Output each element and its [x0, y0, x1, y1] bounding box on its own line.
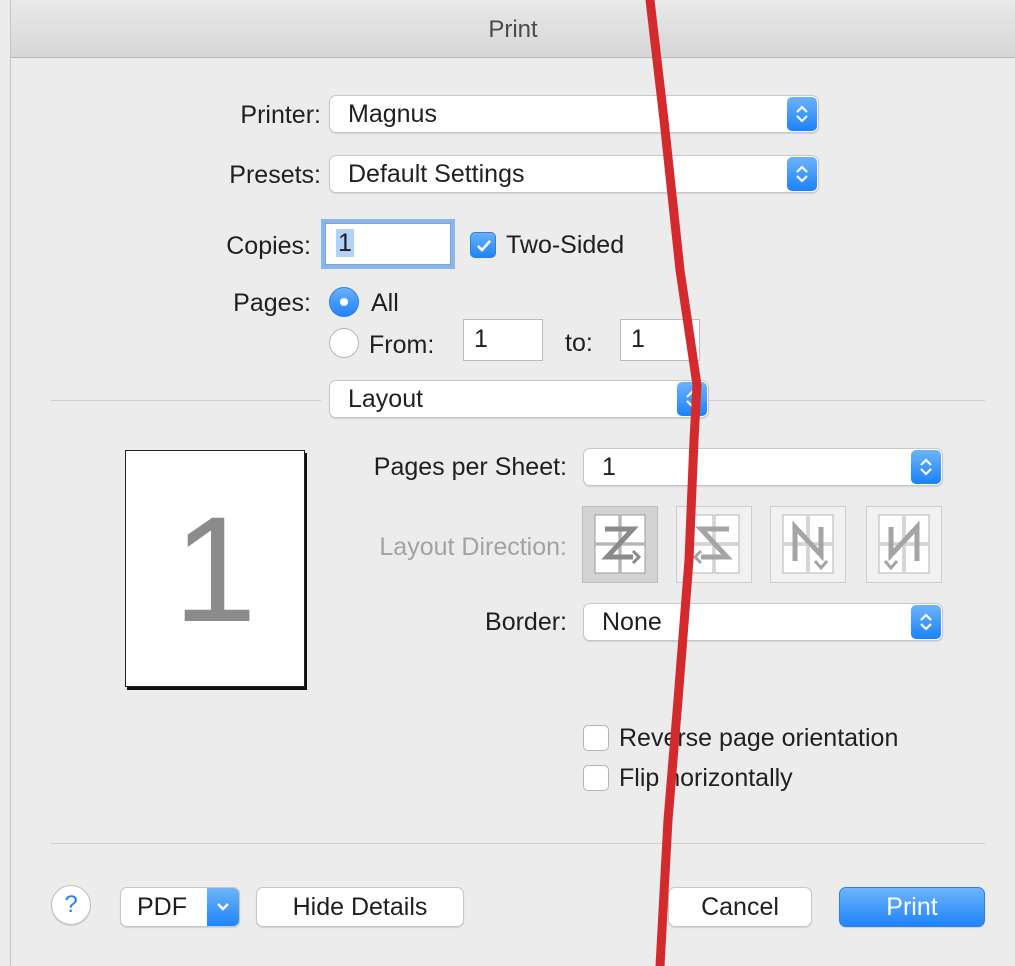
pages-per-sheet-value: 1 [602, 453, 616, 481]
layout-direction-label: Layout Direction: [379, 533, 567, 561]
help-button[interactable]: ? [51, 885, 91, 925]
printer-label: Printer: [240, 101, 321, 129]
up-down-chevrons-icon [911, 605, 941, 639]
pages-to-field[interactable]: 1 [620, 319, 700, 361]
hide-details-button[interactable]: Hide Details [256, 887, 464, 927]
presets-label: Presets: [229, 161, 321, 189]
page-preview: 1 [125, 450, 305, 687]
up-down-chevrons-icon [787, 157, 817, 191]
flip-horizontally-checkbox[interactable] [583, 765, 609, 791]
separator [709, 400, 985, 401]
border-label: Border: [485, 608, 567, 636]
pages-from-radio[interactable] [329, 328, 359, 358]
preview-page-number: 1 [173, 485, 257, 653]
chevron-down-icon[interactable] [207, 888, 239, 926]
pdf-button[interactable]: PDF [120, 887, 240, 927]
up-down-chevrons-icon [677, 382, 707, 416]
copies-field[interactable]: 1 [325, 223, 451, 265]
pages-all-label: All [371, 289, 399, 317]
pages-per-sheet-popup[interactable]: 1 [583, 448, 943, 486]
reverse-orientation-checkbox[interactable] [583, 725, 609, 751]
up-down-chevrons-icon [787, 97, 817, 131]
printer-value: Magnus [348, 100, 437, 128]
layout-direction-reverse-z-button[interactable] [676, 506, 752, 583]
pages-from-field[interactable]: 1 [463, 319, 543, 361]
printer-popup[interactable]: Magnus [329, 95, 819, 133]
pages-from-label: From: [369, 331, 435, 359]
border-popup[interactable]: None [583, 603, 943, 641]
layout-direction-n-button[interactable] [770, 506, 846, 583]
two-sided-checkbox[interactable] [470, 232, 496, 258]
pages-to-label: to: [565, 329, 593, 357]
cancel-button[interactable]: Cancel [668, 887, 812, 927]
window-title: Print [11, 0, 1015, 58]
layout-reverse-z-icon [688, 514, 740, 574]
pdf-label: PDF [137, 893, 187, 921]
copies-label: Copies: [226, 232, 311, 260]
layout-n-icon [782, 514, 834, 574]
separator [51, 400, 321, 401]
presets-popup[interactable]: Default Settings [329, 155, 819, 193]
pages-label: Pages: [233, 289, 311, 317]
layout-reverse-n-icon [878, 514, 930, 574]
print-button[interactable]: Print [839, 887, 985, 927]
layout-direction-reverse-n-button[interactable] [866, 506, 942, 583]
pages-all-radio[interactable] [329, 287, 359, 317]
separator [51, 843, 985, 844]
presets-value: Default Settings [348, 160, 525, 188]
pages-per-sheet-label: Pages per Sheet: [373, 453, 567, 481]
print-dialog: Print Printer: Magnus Presets: Default S… [10, 0, 1015, 966]
flip-horizontally-label: Flip horizontally [619, 764, 793, 792]
section-value: Layout [348, 385, 424, 413]
border-value: None [602, 608, 662, 636]
two-sided-label: Two-Sided [506, 231, 625, 259]
layout-direction-z-button[interactable] [582, 506, 658, 583]
copies-value: 1 [336, 229, 354, 257]
checkmark-icon [477, 240, 491, 252]
reverse-orientation-label: Reverse page orientation [619, 724, 899, 752]
section-popup[interactable]: Layout [329, 380, 709, 418]
up-down-chevrons-icon [911, 450, 941, 484]
layout-z-icon [594, 514, 646, 574]
